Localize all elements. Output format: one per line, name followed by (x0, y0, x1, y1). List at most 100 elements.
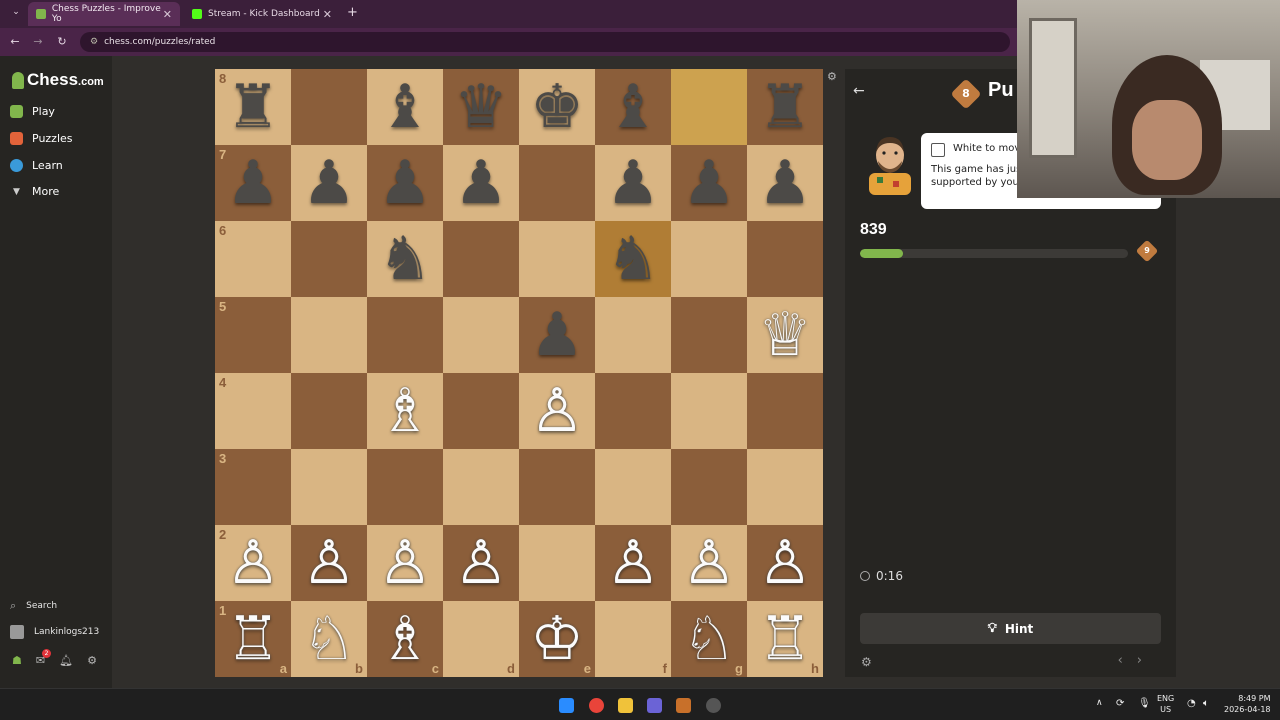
hint-button[interactable]: 💡︎ Hint (860, 613, 1161, 644)
piece-a2[interactable]: ♙ (226, 533, 280, 593)
square-e3[interactable] (519, 449, 595, 525)
square-b4[interactable] (291, 373, 367, 449)
piece-c6[interactable]: ♞ (378, 229, 432, 289)
previous-move-icon[interactable]: ‹ (1118, 653, 1137, 668)
square-g3[interactable] (671, 449, 747, 525)
panel-settings-icon[interactable]: ⚙ (861, 655, 872, 669)
piece-c7[interactable]: ♟ (378, 153, 432, 213)
square-b5[interactable] (291, 297, 367, 373)
settings-app-icon[interactable] (706, 698, 721, 713)
square-b2[interactable]: ♙ (291, 525, 367, 601)
piece-h1[interactable]: ♖ (758, 609, 812, 669)
piece-b2[interactable]: ♙ (302, 533, 356, 593)
square-d8[interactable]: ♛ (443, 69, 519, 145)
close-tab-icon[interactable]: ✕ (323, 8, 332, 21)
square-b3[interactable] (291, 449, 367, 525)
app-icon[interactable] (676, 698, 691, 713)
square-a2[interactable]: ♙ 2 (215, 525, 291, 601)
piece-d7[interactable]: ♟ (454, 153, 508, 213)
piece-f2[interactable]: ♙ (606, 533, 660, 593)
square-d7[interactable]: ♟ (443, 145, 519, 221)
square-f6[interactable]: ♞ (595, 221, 671, 297)
sync-icon[interactable]: ⟳ (1116, 698, 1124, 709)
square-f2[interactable]: ♙ (595, 525, 671, 601)
square-g6[interactable] (671, 221, 747, 297)
square-h5[interactable]: ♕ (747, 297, 823, 373)
teams-icon[interactable] (647, 698, 662, 713)
square-d6[interactable] (443, 221, 519, 297)
square-c8[interactable]: ♝ (367, 69, 443, 145)
piece-d2[interactable]: ♙ (454, 533, 508, 593)
square-a8[interactable]: ♜ 8 (215, 69, 291, 145)
close-tab-icon[interactable]: ✕ (163, 8, 172, 21)
piece-e5[interactable]: ♟ (530, 305, 584, 365)
piece-e8[interactable]: ♚ (530, 77, 584, 137)
piece-a1[interactable]: ♖ (226, 609, 280, 669)
sidebar-item-learn[interactable]: Learn (10, 159, 63, 172)
piece-c4[interactable]: ♗ (378, 381, 432, 441)
square-b8[interactable] (291, 69, 367, 145)
square-c5[interactable] (367, 297, 443, 373)
bell-icon[interactable]: 🔔︎ (59, 654, 73, 667)
square-b1[interactable]: ♘ b (291, 601, 367, 677)
square-d4[interactable] (443, 373, 519, 449)
url-field[interactable]: ⚙ chess.com/puzzles/rated (80, 32, 1010, 52)
square-g8[interactable] (671, 69, 747, 145)
wifi-icon[interactable]: ◔ (1187, 698, 1196, 709)
site-info-icon[interactable]: ⚙ (90, 37, 98, 47)
reload-icon[interactable]: ↻ (50, 35, 74, 48)
mic-icon[interactable]: 🎙︎ (1138, 698, 1151, 709)
chess-com-logo[interactable]: Chess .com (12, 70, 104, 90)
square-c3[interactable] (367, 449, 443, 525)
square-h3[interactable] (747, 449, 823, 525)
square-c1[interactable]: ♗ c (367, 601, 443, 677)
square-e1[interactable]: ♔ e (519, 601, 595, 677)
file-explorer-icon[interactable] (618, 698, 633, 713)
piece-g7[interactable]: ♟ (682, 153, 736, 213)
square-h2[interactable]: ♙ (747, 525, 823, 601)
piece-f8[interactable]: ♝ (606, 77, 660, 137)
piece-h5[interactable]: ♕ (758, 305, 812, 365)
piece-g1[interactable]: ♘ (682, 609, 736, 669)
square-h4[interactable] (747, 373, 823, 449)
square-e6[interactable] (519, 221, 595, 297)
piece-b7[interactable]: ♟ (302, 153, 356, 213)
square-e7[interactable] (519, 145, 595, 221)
square-h1[interactable]: ♖ h (747, 601, 823, 677)
sidebar-profile[interactable]: Lankinlogs213 (10, 625, 99, 639)
language-indicator[interactable]: ENG US (1157, 693, 1174, 715)
square-c2[interactable]: ♙ (367, 525, 443, 601)
tab-chess-puzzles[interactable]: Chess Puzzles - Improve Yo ✕ (28, 2, 180, 26)
friends-icon[interactable]: ☗ (12, 654, 22, 667)
piece-c8[interactable]: ♝ (378, 77, 432, 137)
piece-h7[interactable]: ♟ (758, 153, 812, 213)
square-e8[interactable]: ♚ (519, 69, 595, 145)
square-c4[interactable]: ♗ (367, 373, 443, 449)
piece-g2[interactable]: ♙ (682, 533, 736, 593)
square-e5[interactable]: ♟ (519, 297, 595, 373)
piece-a8[interactable]: ♜ (226, 77, 280, 137)
square-f3[interactable] (595, 449, 671, 525)
square-e2[interactable] (519, 525, 595, 601)
volume-icon[interactable]: 🔈︎ (1203, 698, 1209, 709)
square-h8[interactable]: ♜ (747, 69, 823, 145)
tray-chevron-icon[interactable]: ∧ (1096, 698, 1103, 709)
square-f4[interactable] (595, 373, 671, 449)
square-h6[interactable] (747, 221, 823, 297)
back-icon[interactable]: ← (3, 35, 27, 48)
piece-d8[interactable]: ♛ (454, 77, 508, 137)
square-f5[interactable] (595, 297, 671, 373)
square-a4[interactable]: 4 (215, 373, 291, 449)
square-g2[interactable]: ♙ (671, 525, 747, 601)
tab-kick-dashboard[interactable]: Stream - Kick Dashboard ✕ (184, 2, 340, 26)
piece-f7[interactable]: ♟ (606, 153, 660, 213)
chess-board[interactable]: ♜ 8 ♝ ♛ ♚ ♝ ♜ ♟ 7 ♟ ♟ ♟ ♟ ♟ ♟ 6 ♞ ♞ 5 ♟ ♕ 4 ♗ ♙ 3 ♙ 2 ♙ ♙ ♙ ♙ ♙ ♙ ♖ 1 a ♘ b ♗ c… (215, 69, 823, 677)
square-a1[interactable]: ♖ 1 a (215, 601, 291, 677)
square-a5[interactable]: 5 (215, 297, 291, 373)
clock[interactable]: 8:49 PM 2026-04-18 (1224, 693, 1271, 715)
square-g7[interactable]: ♟ (671, 145, 747, 221)
square-f8[interactable]: ♝ (595, 69, 671, 145)
sidebar-item-play[interactable]: Play (10, 105, 55, 118)
piece-e4[interactable]: ♙ (530, 381, 584, 441)
piece-c1[interactable]: ♗ (378, 609, 432, 669)
